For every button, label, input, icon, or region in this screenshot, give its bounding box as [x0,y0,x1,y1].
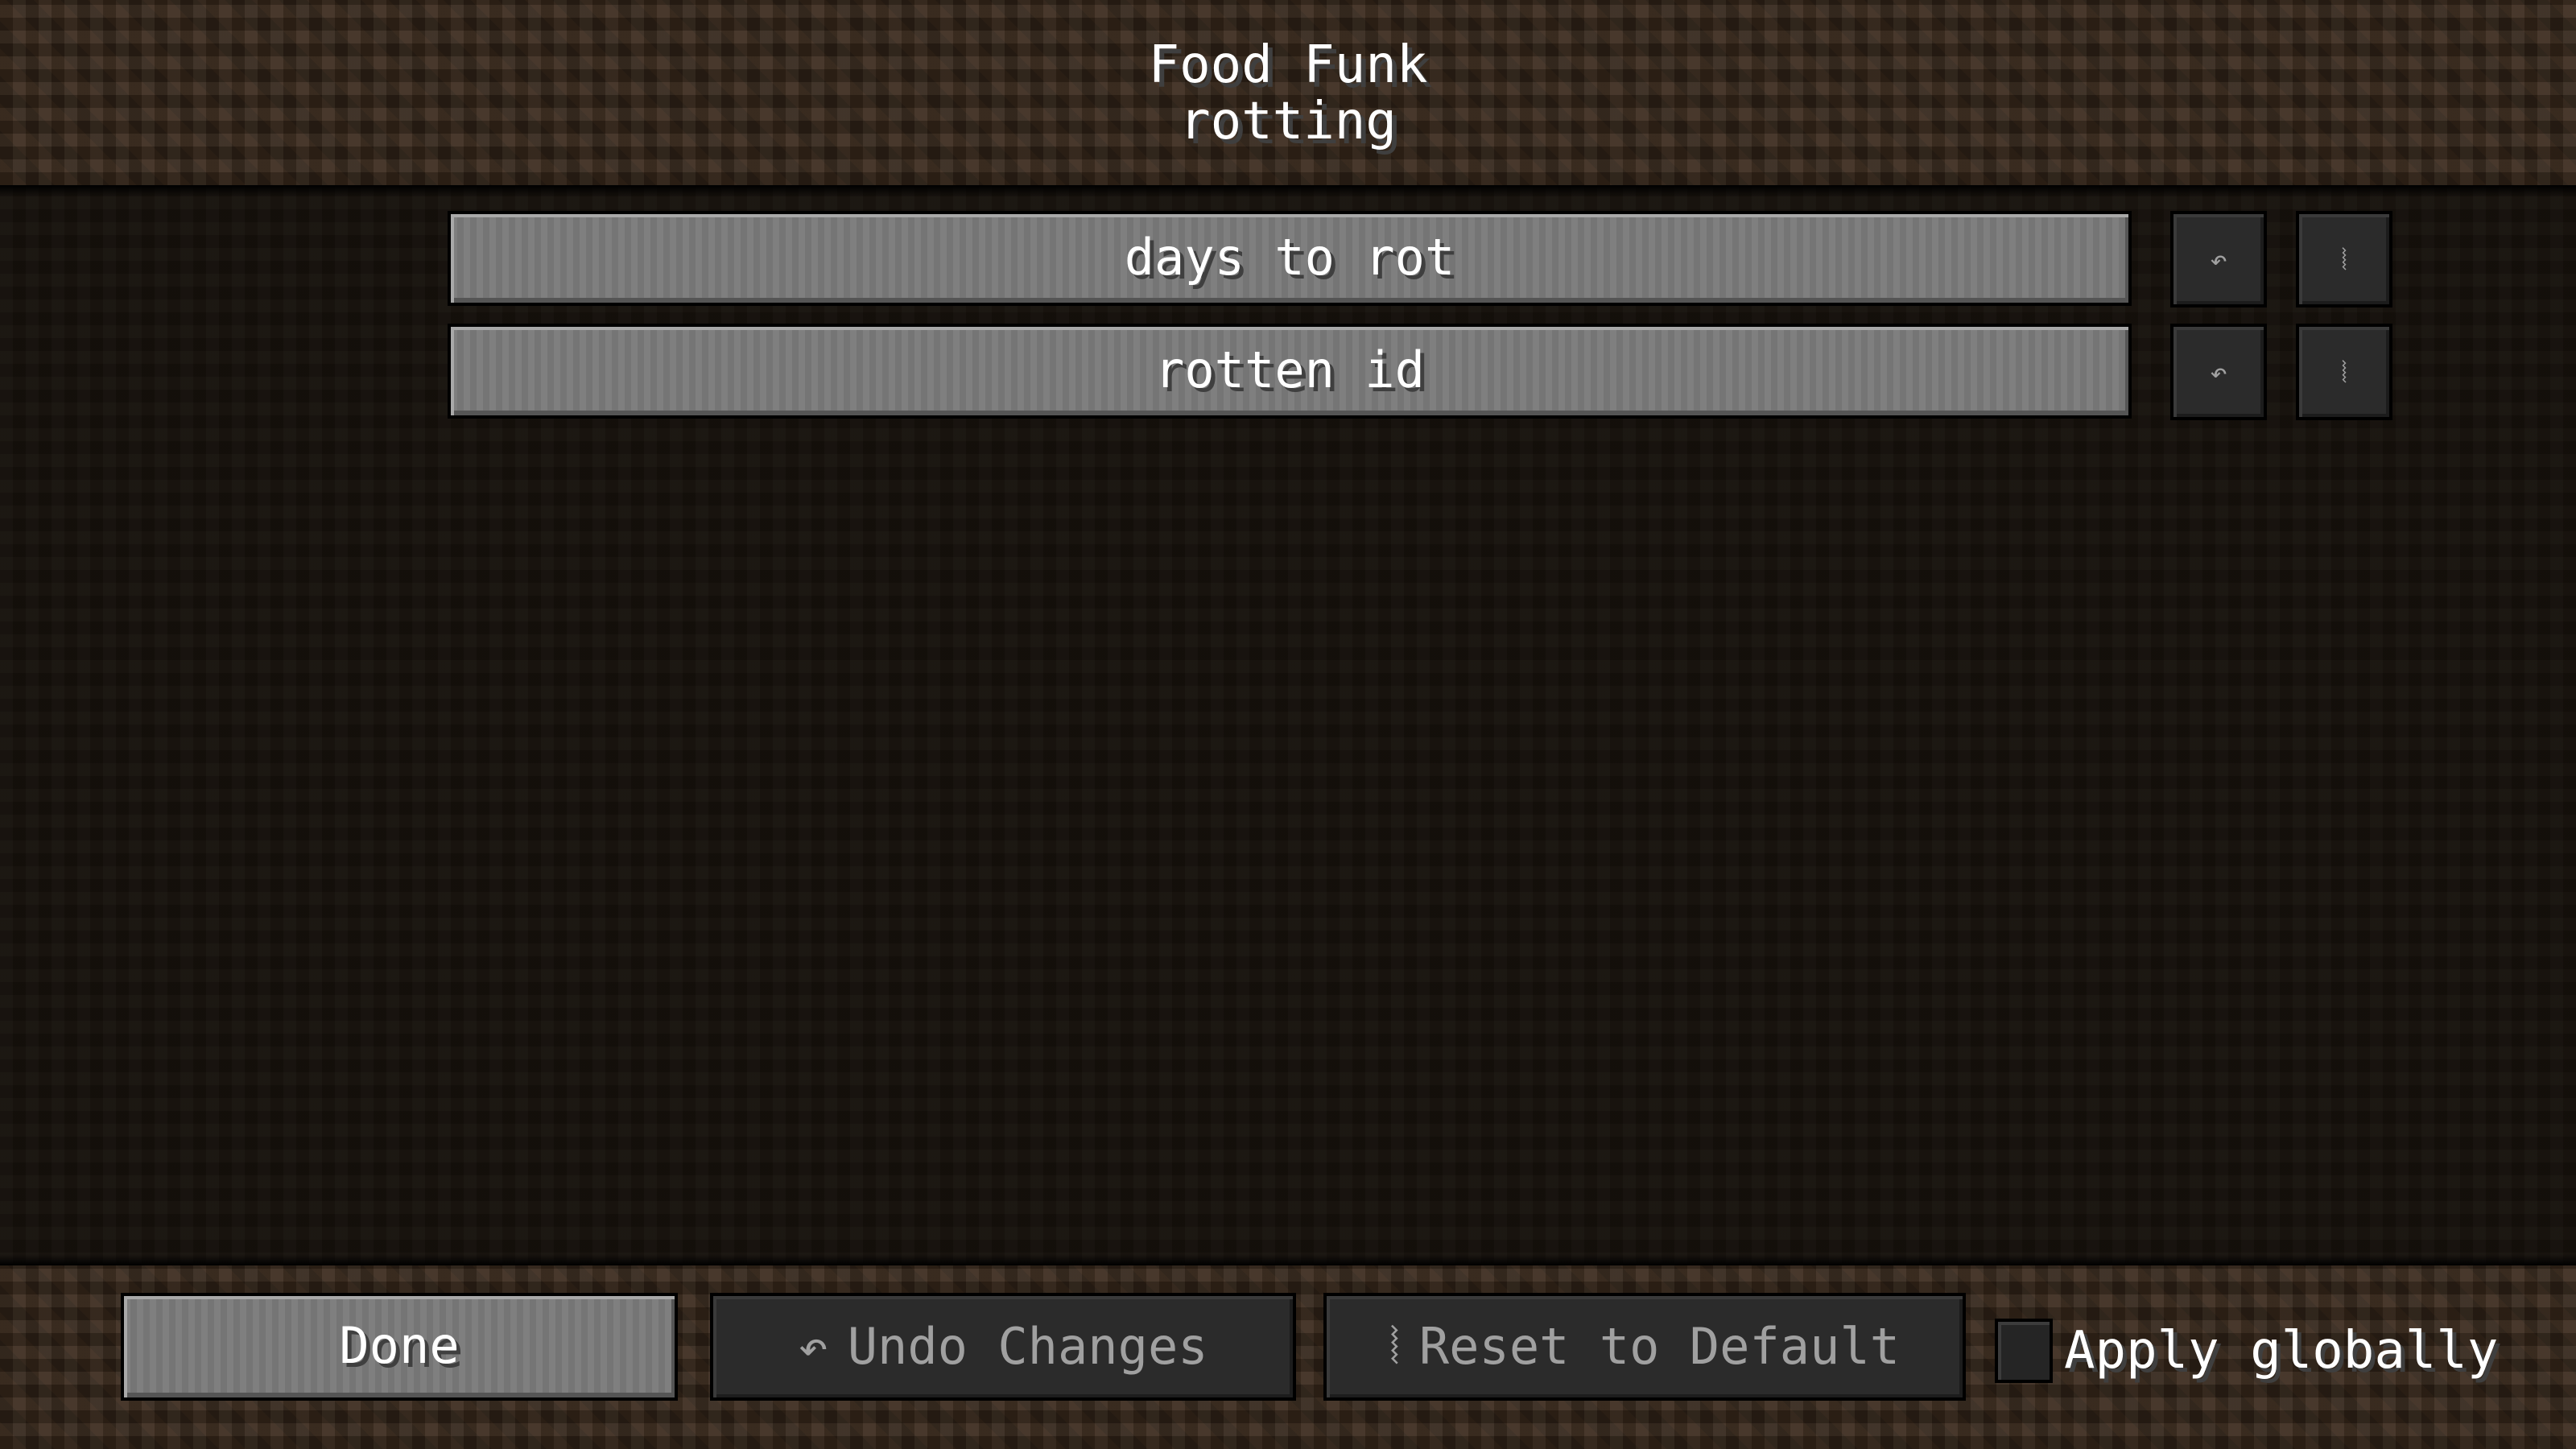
entry-reset-button[interactable]: ⦚ [2296,324,2392,420]
entry-undo-button[interactable]: ↶ [2170,211,2267,308]
reset-to-default-button[interactable]: ⦚ Reset to Default [1323,1293,1966,1401]
category-title: rotting [1179,92,1397,151]
reset-to-default-label: Reset to Default [1418,1317,1901,1376]
undo-changes-button[interactable]: ↶ Undo Changes [710,1293,1296,1401]
entry-reset-button[interactable]: ⦚ [2296,211,2392,308]
undo-arrow-icon: ↶ [798,1317,828,1376]
reset-icon: ⦚ [2341,357,2347,390]
undo-arrow-icon: ↶ [2210,244,2227,277]
reset-icon: ⦚ [2341,244,2347,277]
reset-icon: ⦚ [1389,1317,1400,1376]
done-button[interactable]: Done [121,1293,678,1401]
undo-changes-label: Undo Changes [847,1317,1208,1376]
entry-undo-button[interactable]: ↶ [2170,324,2267,420]
mod-title: Food Funk [1148,35,1428,95]
entry-button-days-to-rot[interactable]: days to rot [448,211,2132,306]
undo-arrow-icon: ↶ [2210,357,2227,390]
config-screen: Food Funk rotting days to rot ↶ ⦚ rotten… [0,0,2576,1449]
apply-globally-label[interactable]: Apply globally [2064,1317,2498,1385]
entry-button-rotten-id[interactable]: rotten id [448,324,2132,419]
apply-globally-checkbox[interactable] [1995,1319,2053,1383]
